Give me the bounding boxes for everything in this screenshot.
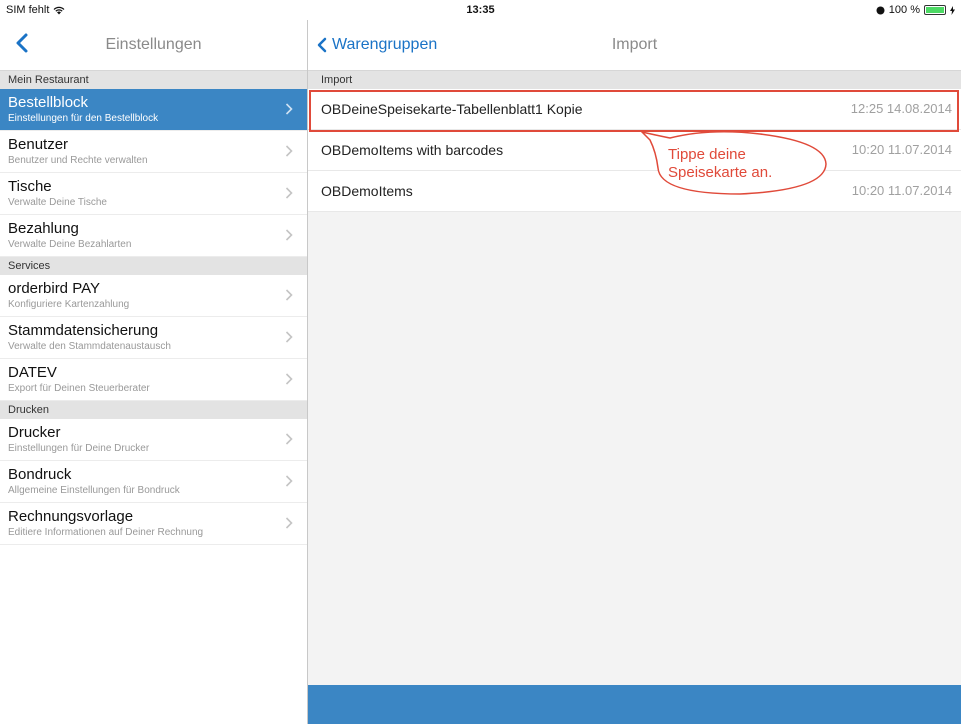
settings-row[interactable]: Benutzer Benutzer und Rechte verwalten xyxy=(0,131,307,173)
import-file-row[interactable]: OBDeineSpeisekarte-Tabellenblatt1 Kopie 1… xyxy=(308,89,961,130)
row-title: orderbird PAY xyxy=(8,280,100,297)
settings-row[interactable]: Rechnungsvorlage Editiere Informationen a… xyxy=(0,503,307,545)
row-title: Bondruck xyxy=(8,466,72,483)
right-nav-title: Import xyxy=(611,36,658,53)
section-header: Services xyxy=(0,257,307,275)
file-name: OBDemoItems xyxy=(321,183,413,199)
row-subtitle: Allgemeine Einstellungen für Bondruck xyxy=(8,485,180,496)
row-subtitle: Einstellungen für den Bestellblock xyxy=(8,113,159,124)
row-title: Tische xyxy=(8,178,52,195)
row-title: Rechnungsvorlage xyxy=(8,508,134,525)
row-subtitle: Export für Deinen Steuerberater xyxy=(8,383,150,394)
chevron-right-icon xyxy=(285,289,293,301)
chevron-right-icon xyxy=(285,475,293,487)
row-title: DATEV xyxy=(8,364,57,381)
row-title: Bestellblock xyxy=(8,94,89,111)
settings-row[interactable]: Stammdatensicherung Verwalte den Stammdat… xyxy=(0,317,307,359)
import-file-row[interactable]: OBDemoItems with barcodes 10:20 11.07.201… xyxy=(308,130,961,171)
row-subtitle: Verwalte Deine Tische xyxy=(8,197,107,208)
chevron-right-icon xyxy=(285,331,293,343)
settings-row[interactable]: Bondruck Allgemeine Einstellungen für Bon… xyxy=(0,461,307,503)
file-date: 12:25 14.08.2014 xyxy=(850,101,952,116)
settings-row[interactable]: Bestellblock Einstellungen für den Bestel… xyxy=(0,89,307,131)
bottom-toolbar xyxy=(308,685,961,724)
left-nav-title: Einstellungen xyxy=(105,36,202,53)
battery-icon xyxy=(924,5,946,15)
row-subtitle: Verwalte den Stammdatenaustausch xyxy=(8,341,171,352)
row-subtitle: Einstellungen für Deine Drucker xyxy=(8,443,150,454)
row-subtitle: Verwalte Deine Bezahlarten xyxy=(8,239,132,250)
left-navbar: Einstellungen xyxy=(0,20,307,71)
status-bar: SIM fehlt 13:35 100 % xyxy=(0,0,961,20)
settings-row[interactable]: Drucker Einstellungen für Deine Drucker xyxy=(0,419,307,461)
section-header: Mein Restaurant xyxy=(0,71,307,89)
settings-row[interactable]: orderbird PAY Konfiguriere Kartenzahlung xyxy=(0,275,307,317)
chevron-right-icon xyxy=(285,373,293,385)
file-date: 10:20 11.07.2014 xyxy=(851,183,952,198)
import-list: OBDeineSpeisekarte-Tabellenblatt1 Kopie 1… xyxy=(308,89,961,212)
charging-icon xyxy=(950,5,955,15)
section-header: Drucken xyxy=(0,401,307,419)
chevron-right-icon xyxy=(285,103,293,115)
settings-panel: Einstellungen Mein Restaurant Bestellbloc… xyxy=(0,20,308,724)
row-subtitle: Benutzer und Rechte verwalten xyxy=(8,155,148,166)
row-title: Bezahlung xyxy=(8,220,79,237)
chevron-right-icon xyxy=(285,433,293,445)
chevron-right-icon xyxy=(285,145,293,157)
battery-percent: 100 % xyxy=(888,4,920,16)
settings-row[interactable]: DATEV Export für Deinen Steuerberater xyxy=(0,359,307,401)
row-title: Drucker xyxy=(8,424,61,441)
settings-list: Mein Restaurant Bestellblock Einstellungen… xyxy=(0,71,307,545)
settings-row[interactable]: Bezahlung Verwalte Deine Bezahlarten xyxy=(0,215,307,257)
row-subtitle: Konfiguriere Kartenzahlung xyxy=(8,299,130,310)
callout-text: Tippe deine Speisekarte an. xyxy=(668,146,773,181)
chevron-right-icon xyxy=(285,229,293,241)
row-subtitle: Editiere Informationen auf Deiner Rechnu… xyxy=(8,527,204,538)
status-right: 100 % xyxy=(876,4,955,16)
import-panel: Warengruppen Import Import OBDeineSpeise… xyxy=(308,20,961,724)
row-title: Benutzer xyxy=(8,136,69,153)
import-file-row[interactable]: OBDemoItems 10:20 11.07.2014 xyxy=(308,171,961,212)
file-name: OBDemoItems with barcodes xyxy=(321,142,504,158)
chevron-right-icon xyxy=(285,187,293,199)
row-title: Stammdatensicherung xyxy=(8,322,159,339)
file-name: OBDeineSpeisekarte-Tabellenblatt1 Kopie xyxy=(321,101,583,117)
right-navbar: Warengruppen Import xyxy=(308,20,961,71)
status-time: 13:35 xyxy=(466,4,495,16)
settings-row[interactable]: Tische Verwalte Deine Tische xyxy=(0,173,307,215)
file-date: 10:20 11.07.2014 xyxy=(851,142,952,157)
alarm-icon xyxy=(876,6,885,14)
chevron-right-icon xyxy=(285,517,293,529)
import-section-header: Import xyxy=(308,71,961,89)
